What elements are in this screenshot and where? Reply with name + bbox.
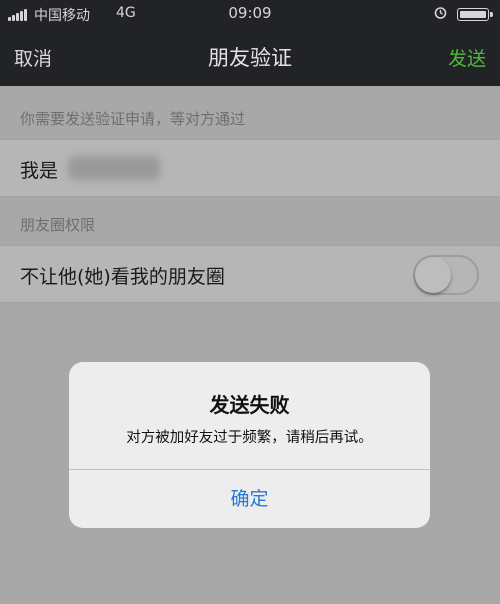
battery-icon [457, 8, 493, 21]
hide-moments-toggle[interactable] [413, 255, 479, 295]
request-section-label: 你需要发送验证申请，等对方通过 [20, 110, 246, 128]
send-button[interactable]: 发送 [448, 44, 486, 71]
hide-moments-label: 不让他(她)看我的朋友圈 [20, 266, 225, 288]
verification-message-prefix: 我是 [20, 160, 59, 182]
page-title: 朋友验证 [208, 46, 292, 70]
hide-moments-row: 不让他(她)看我的朋友圈 [0, 245, 500, 303]
alert-dialog: 发送失败 对方被加好友过于频繁，请稍后再试。 确定 [69, 362, 430, 528]
redacted-name [68, 156, 160, 180]
alert-title: 发送失败 [209, 393, 290, 417]
verification-message-field[interactable]: 我是 [0, 139, 500, 197]
alarm-icon [434, 7, 447, 19]
status-time: 09:09 [228, 4, 272, 22]
confirm-button[interactable]: 确定 [69, 470, 430, 528]
navigation-bar: 取消 朋友验证 发送 [0, 28, 500, 86]
alert-message: 对方被加好友过于频繁，请稍后再试。 [126, 430, 373, 446]
moments-section-label: 朋友圈权限 [20, 216, 96, 234]
status-bar: 中国移动 4G 09:09 [0, 0, 500, 28]
toggle-knob [415, 257, 451, 293]
